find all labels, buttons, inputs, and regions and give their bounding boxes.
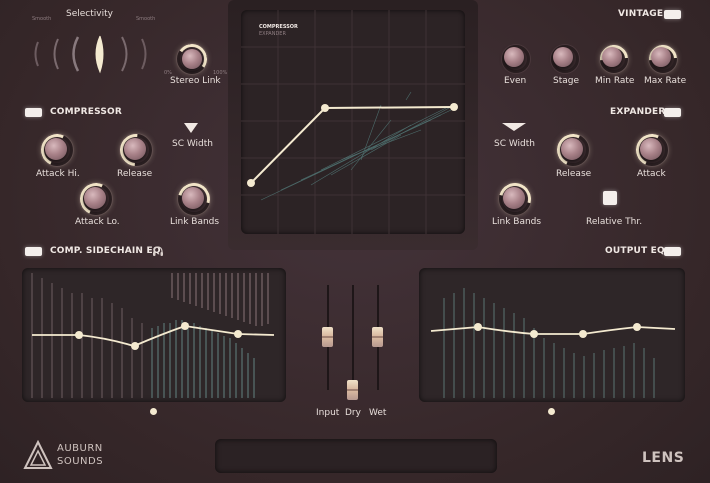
sidechain-eq-title: COMP. SIDECHAIN EQ <box>50 246 161 256</box>
expander-title: EXPANDER <box>610 107 666 117</box>
min-rate-label: Min Rate <box>595 76 635 86</box>
comp-sc-width-arrow[interactable] <box>184 123 198 133</box>
exp-sc-width-label: SC Width <box>494 139 536 149</box>
wet-fader-label: Wet <box>369 408 387 418</box>
output-eq-title: OUTPUT EQ <box>605 246 665 256</box>
exp-link-bands-label: Link Bands <box>492 217 542 227</box>
curve-node <box>321 104 329 112</box>
expander-toggle[interactable] <box>664 108 681 117</box>
dry-fader-label: Dry <box>345 408 361 418</box>
stereo-link-knob[interactable] <box>182 49 202 69</box>
sidechain-eq-graph <box>31 273 275 398</box>
attack-lo-knob[interactable] <box>84 187 106 209</box>
exp-release-knob[interactable] <box>561 138 583 160</box>
eq-node <box>530 330 538 338</box>
output-eq-graph <box>430 288 676 398</box>
eq-node <box>131 342 139 350</box>
sidechain-eq-display[interactable] <box>22 268 286 402</box>
exp-link-bands-knob[interactable] <box>503 187 525 209</box>
comp-release-knob[interactable] <box>124 138 146 160</box>
curve-node <box>247 179 255 187</box>
comp-link-bands-label: Link Bands <box>170 217 220 227</box>
output-eq-display[interactable] <box>419 268 685 402</box>
attack-hi-knob[interactable] <box>45 138 67 160</box>
selectivity-left-label: Smooth <box>32 16 52 22</box>
stage-label: Stage <box>553 76 580 86</box>
attack-lo-label: Attack Lo. <box>75 217 120 227</box>
exp-sc-width-arrow[interactable] <box>502 123 526 131</box>
input-fader-label: Input <box>316 408 340 418</box>
display-mode-expander[interactable]: EXPANDER <box>259 31 286 37</box>
compressor-toggle[interactable] <box>25 108 42 117</box>
comp-release-label: Release <box>117 169 153 179</box>
wet-fader[interactable] <box>372 327 383 347</box>
even-knob[interactable] <box>504 47 524 67</box>
status-bar <box>215 439 497 473</box>
vintage-toggle[interactable] <box>664 10 681 19</box>
brand-name-line1: AUBURN <box>57 443 103 454</box>
sidechain-eq-toggle[interactable] <box>25 247 42 256</box>
comp-link-bands-knob[interactable] <box>182 187 204 209</box>
max-rate-knob[interactable] <box>651 47 671 67</box>
selectivity-title: Selectivity <box>66 9 113 19</box>
eq-node <box>75 331 83 339</box>
auburn-sounds-logo-icon <box>23 440 53 469</box>
attack-hi-label: Attack Hi. <box>36 169 80 179</box>
eq-node <box>579 330 587 338</box>
relative-thr-label: Relative Thr. <box>586 217 643 227</box>
product-logo: LENS <box>642 450 685 466</box>
selectivity-selector[interactable] <box>20 24 160 84</box>
stereo-link-label: Stereo Link <box>170 76 221 86</box>
exp-release-label: Release <box>556 169 592 179</box>
output-eq-toggle[interactable] <box>664 247 681 256</box>
min-rate-knob[interactable] <box>602 47 622 67</box>
headphone-icon[interactable] <box>152 246 164 257</box>
compressor-title: COMPRESSOR <box>50 107 123 117</box>
eq-node <box>633 323 641 331</box>
comp-sc-width-label: SC Width <box>172 139 214 149</box>
exp-attack-label: Attack <box>637 169 666 179</box>
eq-node <box>181 322 189 330</box>
transfer-curve-graph <box>241 10 465 234</box>
brand-name-line2: SOUNDS <box>57 456 104 467</box>
transfer-curve-display[interactable] <box>241 10 465 234</box>
stage-knob[interactable] <box>553 47 573 67</box>
input-fader[interactable] <box>322 327 333 347</box>
eq-node <box>474 323 482 331</box>
dry-fader-track <box>352 285 354 390</box>
display-mode-compressor[interactable]: COMPRESSOR <box>259 24 298 30</box>
sidechain-eq-page-dot[interactable] <box>150 408 157 415</box>
exp-attack-knob[interactable] <box>640 138 662 160</box>
output-eq-page-dot[interactable] <box>548 408 555 415</box>
vintage-title: VINTAGE <box>618 9 664 19</box>
max-rate-label: Max Rate <box>644 76 687 86</box>
curve-node <box>450 103 458 111</box>
relative-thr-checkbox[interactable] <box>603 191 617 205</box>
eq-node <box>234 330 242 338</box>
dry-fader[interactable] <box>347 380 358 400</box>
selectivity-right-label: Smooth <box>136 16 156 22</box>
even-label: Even <box>504 76 527 86</box>
